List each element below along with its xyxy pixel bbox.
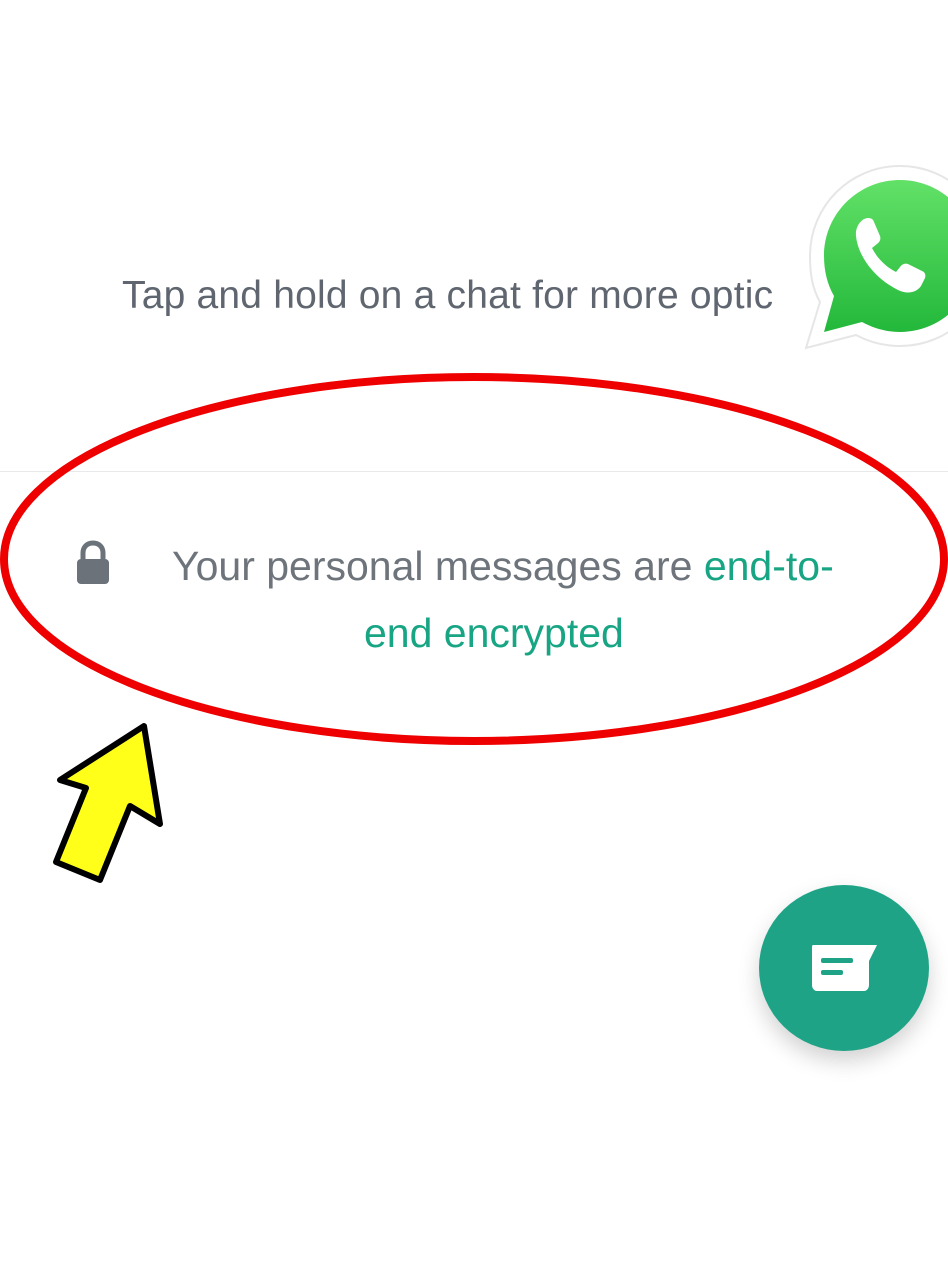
encryption-link-part1[interactable]: end-to- <box>704 543 834 589</box>
new-chat-button[interactable] <box>759 885 929 1051</box>
divider <box>0 471 948 472</box>
encryption-notice-line2: end encrypted <box>364 610 624 657</box>
encryption-link-part2[interactable]: end encrypted <box>364 610 624 656</box>
encryption-notice-line1: Your personal messages are end-to- <box>172 543 834 590</box>
encryption-notice-text: Your personal messages are <box>172 543 704 589</box>
empty-state-hint: Tap and hold on a chat for more optic <box>122 274 774 317</box>
whatsapp-logo-icon <box>804 164 948 350</box>
new-chat-icon <box>812 945 877 991</box>
yellow-arrow-icon <box>53 723 163 883</box>
lock-icon <box>77 540 109 584</box>
